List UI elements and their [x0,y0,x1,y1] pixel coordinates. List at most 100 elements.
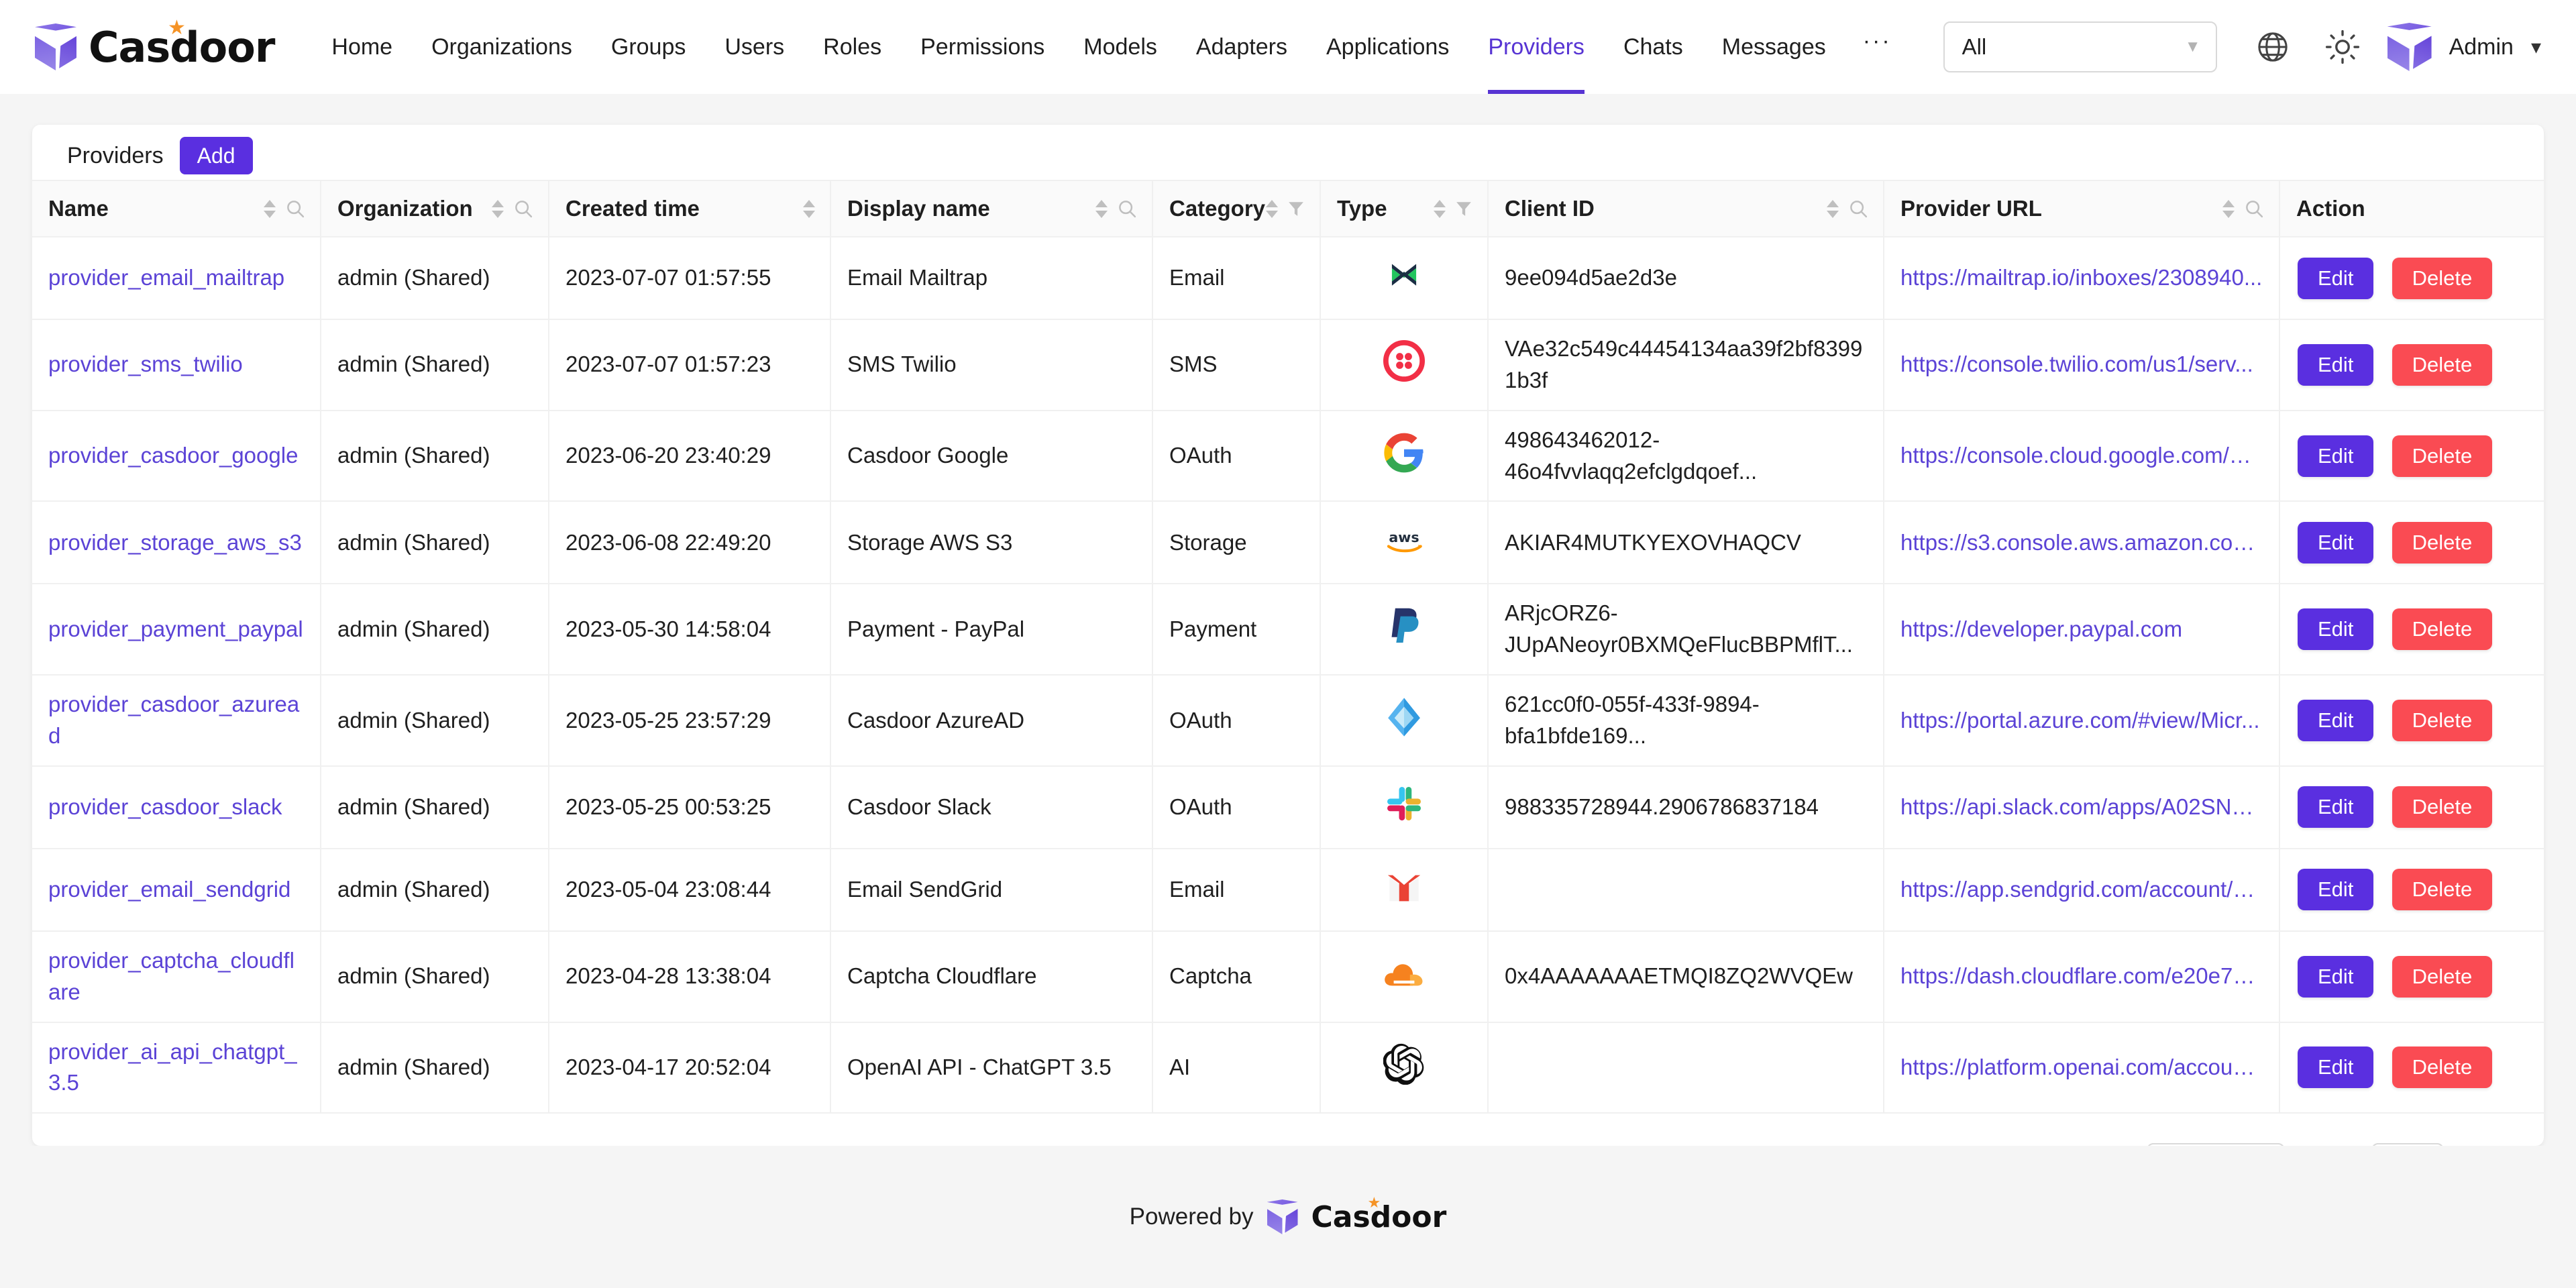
edit-button[interactable]: Edit [2298,956,2373,998]
column-header-provider-url[interactable]: Provider URL [1884,180,2279,237]
nav-item-providers[interactable]: Providers [1468,0,1604,94]
delete-button[interactable]: Delete [2392,435,2493,477]
nav-overflow-button[interactable]: ··· [1845,0,1909,94]
cell-category: SMS [1152,319,1320,411]
provider-url-link[interactable]: https://s3.console.aws.amazon.com/s... [1900,527,2263,559]
nav-item-home[interactable]: Home [312,0,412,94]
provider-name-link[interactable]: provider_captcha_cloudflare [48,948,294,1004]
provider-name-link[interactable]: provider_email_mailtrap [48,265,284,290]
filter-icon[interactable] [1287,199,1305,218]
cell-name: provider_casdoor_azuread [32,675,321,766]
cell-action: Edit Delete [2279,675,2544,766]
sort-icon[interactable] [492,200,504,218]
gmail-icon [1382,866,1426,910]
edit-button[interactable]: Edit [2298,522,2373,564]
nav-item-organizations[interactable]: Organizations [412,0,592,94]
filter-icon[interactable] [1455,199,1472,218]
provider-url-link[interactable]: https://dash.cloudflare.com/e20e7cf... [1900,961,2263,992]
sort-icon[interactable] [1095,200,1108,218]
delete-button[interactable]: Delete [2392,956,2493,998]
column-header-created-time[interactable]: Created time [549,180,830,237]
provider-url-link[interactable]: https://developer.paypal.com [1900,614,2263,645]
column-header-type[interactable]: Type [1320,180,1488,237]
delete-button[interactable]: Delete [2392,258,2493,299]
delete-button[interactable]: Delete [2392,522,2493,564]
cell-organization: admin (Shared) [321,237,549,319]
search-icon[interactable] [285,199,305,219]
edit-button[interactable]: Edit [2298,258,2373,299]
provider-url-link[interactable]: https://console.twilio.com/us1/serv... [1900,349,2263,380]
column-header-organization[interactable]: Organization [321,180,549,237]
sort-icon[interactable] [2222,200,2235,218]
provider-url-link[interactable]: https://platform.openai.com/account... [1900,1052,2263,1083]
nav-item-users[interactable]: Users [705,0,804,94]
provider-url-link[interactable]: https://mailtrap.io/inboxes/2308940... [1900,262,2263,294]
table-row: provider_casdoor_google admin (Shared) 2… [32,411,2544,502]
nav-item-roles[interactable]: Roles [804,0,901,94]
delete-button[interactable]: Delete [2392,869,2493,910]
provider-url-link[interactable]: https://api.slack.com/apps/A02SNP4Q... [1900,792,2263,823]
cell-display-name: OpenAI API - ChatGPT 3.5 [830,1022,1152,1114]
cell-client-id: ARjcORZ6-JUpANeoyr0BXMQeFlucBBPMflT... [1488,584,1884,675]
edit-button[interactable]: Edit [2298,869,2373,910]
column-header-name[interactable]: Name [32,180,321,237]
delete-button[interactable]: Delete [2392,344,2493,386]
nav-item-messages[interactable]: Messages [1703,0,1845,94]
delete-button[interactable]: Delete [2392,608,2493,650]
delete-button[interactable]: Delete [2392,700,2493,741]
edit-button[interactable]: Edit [2298,786,2373,828]
cell-name: provider_casdoor_slack [32,766,321,849]
provider-name-link[interactable]: provider_casdoor_google [48,443,298,468]
edit-button[interactable]: Edit [2298,435,2373,477]
cell-created-time: 2023-05-30 14:58:04 [549,584,830,675]
client-id-text: 498643462012-46o4fvvlaqq2efclgdqoef... [1505,425,1867,488]
provider-name-link[interactable]: provider_payment_paypal [48,616,303,641]
search-icon[interactable] [1117,199,1137,219]
column-header-display-name[interactable]: Display name [830,180,1152,237]
delete-button[interactable]: Delete [2392,1046,2493,1088]
edit-button[interactable]: Edit [2298,1046,2373,1088]
provider-name-link[interactable]: provider_casdoor_slack [48,794,282,819]
cell-created-time: 2023-05-25 00:53:25 [549,766,830,849]
nav-item-permissions[interactable]: Permissions [901,0,1064,94]
casdoor-logo[interactable]: Casdoor ★ [35,23,274,72]
add-button[interactable]: Add [180,137,253,174]
globe-icon[interactable] [2248,22,2298,72]
organization-select[interactable]: All ▼ [1943,21,2217,72]
sort-icon[interactable] [803,200,815,218]
search-icon[interactable] [1848,199,1868,219]
provider-url-link[interactable]: https://app.sendgrid.com/account/de... [1900,874,2263,906]
nav-item-models[interactable]: Models [1064,0,1177,94]
provider-name-link[interactable]: provider_ai_api_chatgpt_3.5 [48,1039,297,1095]
edit-button[interactable]: Edit [2298,344,2373,386]
user-name[interactable]: Admin [2449,34,2514,60]
cell-type [1320,675,1488,766]
provider-name-link[interactable]: provider_casdoor_azuread [48,692,299,748]
sort-icon[interactable] [264,200,276,218]
column-header-client-id[interactable]: Client ID [1488,180,1884,237]
nav-item-groups[interactable]: Groups [592,0,706,94]
provider-name-link[interactable]: provider_storage_aws_s3 [48,530,302,555]
cell-action: Edit Delete [2279,849,2544,931]
delete-button[interactable]: Delete [2392,786,2493,828]
cell-name: provider_email_sendgrid [32,849,321,931]
provider-name-link[interactable]: provider_email_sendgrid [48,877,290,902]
column-header-category[interactable]: Category [1152,180,1320,237]
nav-item-applications[interactable]: Applications [1307,0,1468,94]
edit-button[interactable]: Edit [2298,700,2373,741]
chevron-down-icon[interactable]: ▾ [2531,36,2541,59]
column-label: Display name [847,196,990,221]
nav-item-adapters[interactable]: Adapters [1177,0,1307,94]
search-icon[interactable] [2244,199,2264,219]
sort-icon[interactable] [1266,200,1278,218]
nav-item-chats[interactable]: Chats [1604,0,1703,94]
avatar[interactable] [2387,23,2432,71]
sort-icon[interactable] [1434,200,1446,218]
sun-icon[interactable] [2318,22,2367,72]
provider-url-link[interactable]: https://console.cloud.google.com/ap... [1900,440,2263,472]
search-icon[interactable] [513,199,533,219]
edit-button[interactable]: Edit [2298,608,2373,650]
sort-icon[interactable] [1827,200,1839,218]
provider-url-link[interactable]: https://portal.azure.com/#view/Micr... [1900,705,2263,737]
provider-name-link[interactable]: provider_sms_twilio [48,352,243,376]
